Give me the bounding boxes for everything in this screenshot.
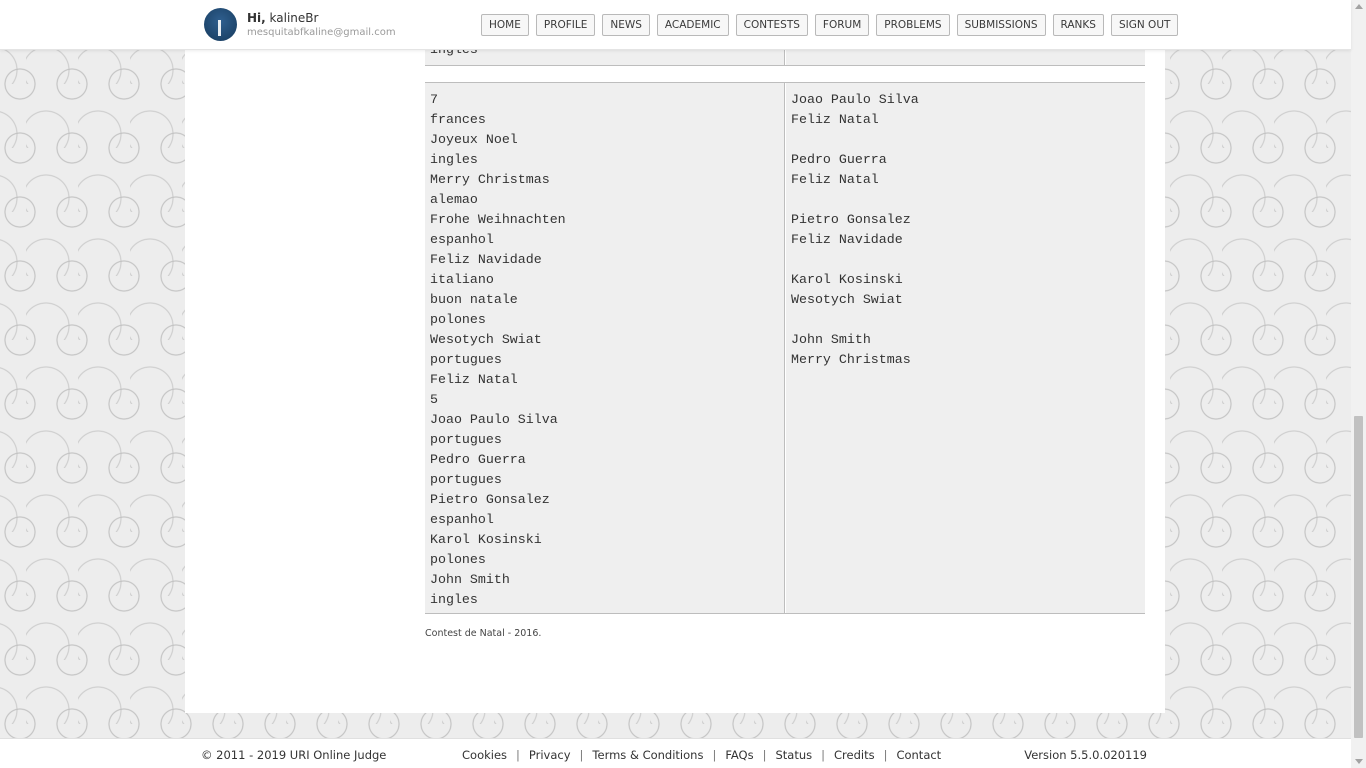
version-text: Version 5.5.0.020119 <box>1024 748 1147 762</box>
scroll-up-arrow-icon[interactable] <box>1355 4 1363 9</box>
top-navigation-bar: Hi, kalineBr mesquitabfkaline@gmail.com … <box>0 0 1351 50</box>
sample-output-cell: Joao Paulo Silva Feliz Natal Pedro Guerra F… <box>786 83 1145 613</box>
problem-content: ingles 7 frances Joyeux Noel ingles Merry Ch… <box>185 42 1165 713</box>
page-scrollbar[interactable] <box>1351 0 1366 768</box>
input-line: espanhol <box>430 512 494 527</box>
input-line: ingles <box>430 152 478 167</box>
background-pattern-strip <box>0 713 1351 738</box>
nav-academic-button[interactable]: ACADEMIC <box>656 14 729 36</box>
footer-link-privacy[interactable]: Privacy <box>529 748 571 762</box>
input-line: polones <box>430 312 486 327</box>
input-line: Frohe Weihnachten <box>430 212 566 227</box>
user-email: mesquitabfkaline@gmail.com <box>247 27 396 38</box>
input-line: Wesotych Swiat <box>430 332 542 347</box>
nav-submissions-button[interactable]: SUBMISSIONS <box>956 14 1046 36</box>
output-line: Wesotych Swiat <box>791 292 903 307</box>
footer-link-credits[interactable]: Credits <box>834 748 875 762</box>
user-avatar[interactable] <box>204 8 237 41</box>
footer-link-status[interactable]: Status <box>775 748 812 762</box>
sign-out-button[interactable]: SIGN OUT <box>1110 14 1179 36</box>
scroll-down-arrow-icon[interactable] <box>1355 759 1363 764</box>
input-line: italiano <box>430 272 494 287</box>
nav-news-button[interactable]: NEWS <box>602 14 650 36</box>
footer-link-contact[interactable]: Contact <box>896 748 941 762</box>
previous-sample-input: ingles <box>425 42 785 65</box>
input-line: 5 <box>430 392 438 407</box>
footer-link-faqs[interactable]: FAQs <box>725 748 753 762</box>
nav-problems-button[interactable]: PROBLEMS <box>876 14 950 36</box>
output-line: Feliz Natal <box>791 112 879 127</box>
output-line: John Smith <box>791 332 871 347</box>
footer-links: Cookies | Privacy | Terms & Conditions | FA… <box>462 748 942 762</box>
nav-home-button[interactable]: HOME <box>481 14 529 36</box>
input-line: Joao Paulo Silva <box>430 412 558 427</box>
output-line: Pietro Gonsalez <box>791 212 911 227</box>
nav-profile-button[interactable]: PROFILE <box>535 14 596 36</box>
input-line: alemao <box>430 192 478 207</box>
input-line: buon natale <box>430 292 518 307</box>
input-line: polones <box>430 552 486 567</box>
previous-sample-table: ingles <box>425 42 1145 66</box>
input-line: frances <box>430 112 486 127</box>
nav-forum-button[interactable]: FORUM <box>814 14 870 36</box>
output-line: Karol Kosinski <box>791 272 903 287</box>
sample-input: 7 frances Joyeux Noel ingles Merry Christmas… <box>425 83 784 610</box>
sample-output: Joao Paulo Silva Feliz Natal Pedro Guerra F… <box>786 83 1145 370</box>
input-line: Merry Christmas <box>430 172 550 187</box>
input-line: Karol Kosinski <box>430 532 542 547</box>
nav-ranks-button[interactable]: RANKS <box>1052 14 1104 36</box>
problem-credit: Contest de Natal - 2016. <box>425 628 542 639</box>
output-line: Feliz Navidade <box>791 232 903 247</box>
copyright: © 2011 - 2019 URI Online Judge <box>201 748 387 762</box>
footer-link-terms[interactable]: Terms & Conditions <box>592 748 703 762</box>
main-nav: HOME PROFILE NEWS ACADEMIC CONTESTS FORU… <box>481 14 1179 36</box>
output-line: Merry Christmas <box>791 352 911 367</box>
input-line: Joyeux Noel <box>430 132 518 147</box>
output-line: Feliz Natal <box>791 172 879 187</box>
sample-input-cell: 7 frances Joyeux Noel ingles Merry Christmas… <box>425 83 785 613</box>
input-line: portugues <box>430 432 502 447</box>
greeting-prefix: Hi, <box>247 11 266 25</box>
output-line: Pedro Guerra <box>791 152 887 167</box>
input-line: Pedro Guerra <box>430 452 526 467</box>
input-line: portugues <box>430 352 502 367</box>
previous-sample-output <box>786 48 1145 65</box>
input-line: Feliz Navidade <box>430 252 542 267</box>
input-line: John Smith <box>430 572 510 587</box>
output-line: Joao Paulo Silva <box>791 92 919 107</box>
input-line: Feliz Natal <box>430 372 518 387</box>
user-greeting: Hi, kalineBr <box>247 11 318 25</box>
scrollbar-thumb[interactable] <box>1354 416 1363 738</box>
footer-link-cookies[interactable]: Cookies <box>462 748 507 762</box>
input-line: ingles <box>430 592 478 607</box>
input-line: espanhol <box>430 232 494 247</box>
nav-contests-button[interactable]: CONTESTS <box>735 14 808 36</box>
username: kalineBr <box>269 11 319 25</box>
input-line: Pietro Gonsalez <box>430 492 550 507</box>
input-line: 7 <box>430 92 438 107</box>
sample-io-table: 7 frances Joyeux Noel ingles Merry Christmas… <box>425 82 1145 614</box>
input-line: portugues <box>430 472 502 487</box>
page-footer: © 2011 - 2019 URI Online Judge Cookies | … <box>0 738 1351 768</box>
